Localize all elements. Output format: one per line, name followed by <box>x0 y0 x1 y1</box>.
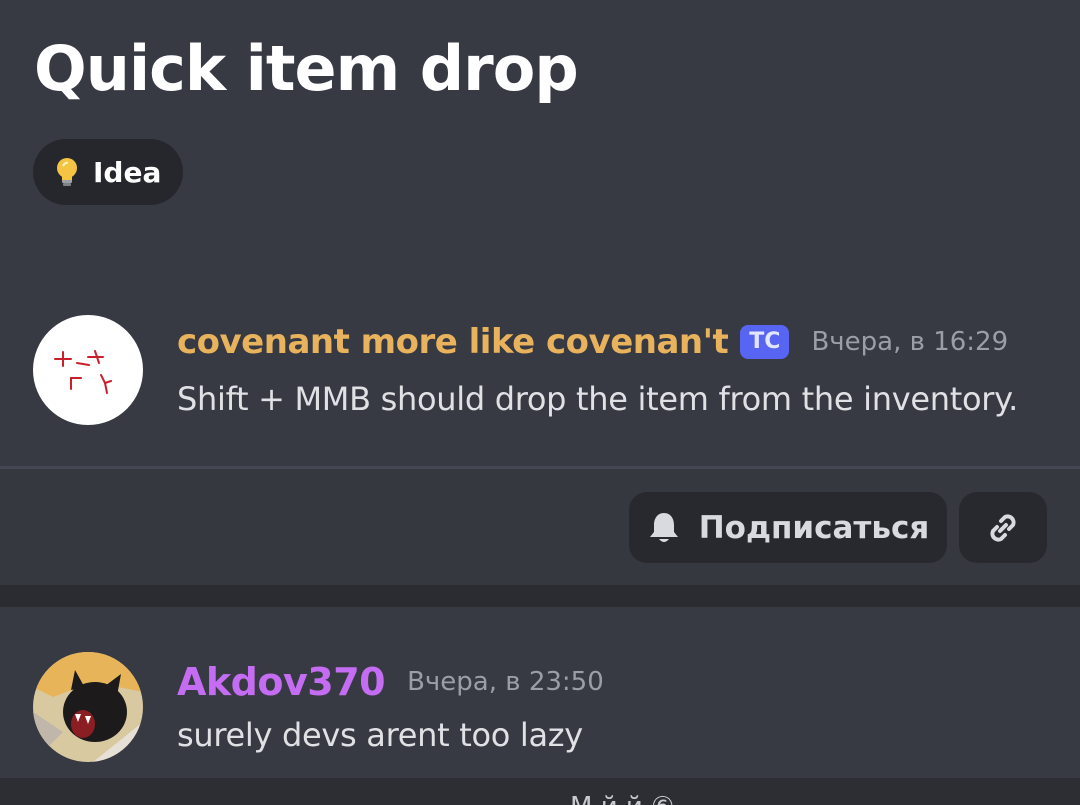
subscribe-button[interactable]: Подписаться <box>629 492 947 563</box>
timestamp: Вчера, в 16:29 <box>811 327 1009 357</box>
thread-title: Quick item drop <box>34 32 579 105</box>
copy-link-button[interactable] <box>959 492 1047 563</box>
username[interactable]: Akdov370 <box>177 660 386 704</box>
message-input-bar[interactable]: М й й ⑥ <box>0 778 1080 805</box>
input-placeholder-partial: М й й ⑥ <box>570 792 674 805</box>
bell-icon <box>649 512 678 542</box>
timestamp: Вчера, в 23:50 <box>407 667 604 697</box>
thread-actions: Подписаться <box>0 469 1080 585</box>
tag-idea[interactable]: Idea <box>33 139 184 205</box>
op-badge: ТС <box>740 325 790 359</box>
tag-label: Idea <box>93 155 162 189</box>
section-gap <box>0 585 1080 607</box>
link-icon <box>990 513 1016 542</box>
subscribe-label: Подписаться <box>698 509 930 546</box>
message-text: surely devs arent too lazy <box>177 716 583 754</box>
avatar[interactable] <box>33 315 143 425</box>
message-text: Shift + MMB should drop the item from th… <box>177 380 1019 418</box>
username[interactable]: covenant more like covenan't <box>177 322 729 362</box>
avatar[interactable] <box>33 652 143 762</box>
lightbulb-icon <box>57 158 77 186</box>
